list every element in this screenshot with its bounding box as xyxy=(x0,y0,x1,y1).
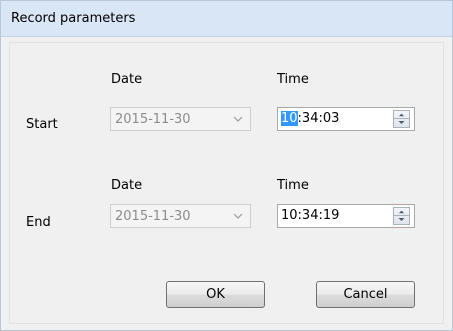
end-time-spinner[interactable] xyxy=(393,207,410,225)
spin-up-icon[interactable] xyxy=(394,111,409,119)
end-time-field[interactable]: 10:34:19 xyxy=(277,204,415,228)
end-date-combobox[interactable]: 2015-11-30 xyxy=(110,204,251,228)
start-row-label: Start xyxy=(26,117,58,132)
chevron-down-icon[interactable] xyxy=(231,209,245,223)
start-time-header: Time xyxy=(277,72,309,87)
dialog-body: Date Time Start 2015-11-30 10:34:03 Date… xyxy=(9,42,444,324)
start-date-combobox[interactable]: 2015-11-30 xyxy=(110,107,251,131)
ok-button[interactable]: OK xyxy=(166,281,265,308)
start-time-field[interactable]: 10:34:03 xyxy=(277,107,415,131)
start-date-value: 2015-11-30 xyxy=(115,112,191,127)
end-row-label: End xyxy=(26,215,51,230)
spin-up-icon[interactable] xyxy=(394,208,409,216)
title-bar[interactable]: Record parameters xyxy=(1,1,452,37)
end-date-value: 2015-11-30 xyxy=(115,209,191,224)
spin-down-icon[interactable] xyxy=(394,119,409,127)
chevron-down-icon[interactable] xyxy=(231,112,245,126)
start-time-minutes-seconds: :34:03 xyxy=(297,111,340,126)
cancel-button[interactable]: Cancel xyxy=(316,281,415,308)
end-date-header: Date xyxy=(111,178,143,193)
spin-down-icon[interactable] xyxy=(394,216,409,224)
start-time-hour-selection[interactable]: 10 xyxy=(281,111,298,126)
start-time-spinner[interactable] xyxy=(393,110,410,128)
dialog-title: Record parameters xyxy=(11,11,136,26)
start-date-header: Date xyxy=(111,72,143,87)
start-time-value[interactable]: 10:34:03 xyxy=(281,111,339,126)
end-time-value[interactable]: 10:34:19 xyxy=(281,208,339,223)
end-time-header: Time xyxy=(277,178,309,193)
record-parameters-dialog: Record parameters Date Time Start 2015-1… xyxy=(0,0,453,331)
